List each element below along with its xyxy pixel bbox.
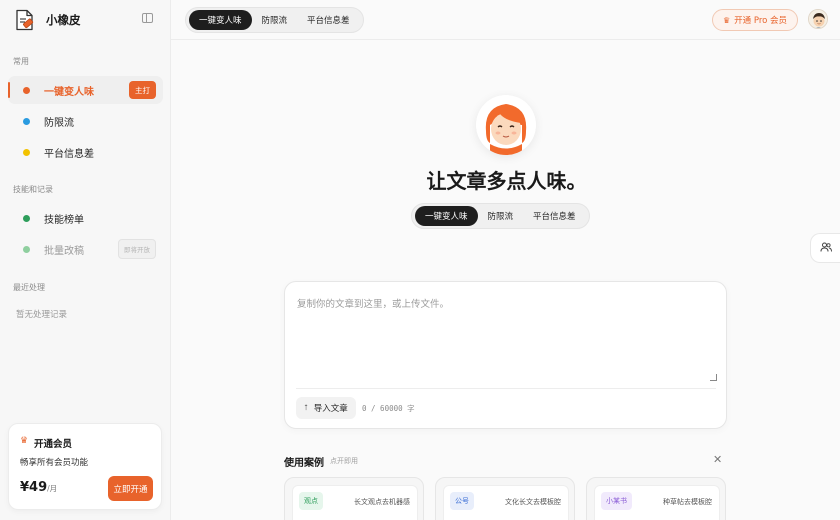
status-dot xyxy=(23,214,30,222)
section-label-common: 常用 xyxy=(13,57,29,66)
section-label-recent: 最近处理 xyxy=(13,283,45,292)
cases-hint: 点开即用 xyxy=(330,457,358,465)
status-dot xyxy=(23,86,30,94)
member-desc: 畅享所有会员功能 xyxy=(20,458,89,468)
tab-anti-throttle[interactable]: 防限流 xyxy=(252,10,298,30)
case-name: 文化长文去模板腔 xyxy=(505,498,561,506)
sidebar-item-label: 防限流 xyxy=(44,117,74,129)
coming-soon-badge: 即将开放 xyxy=(118,239,156,259)
community-button[interactable] xyxy=(810,233,840,263)
case-preview: 小某书 种草帖去模板腔 xyxy=(594,485,720,520)
sidebar-item-label: 一键变人味 xyxy=(44,86,94,98)
case-tag: 公号 xyxy=(450,492,474,510)
sidebar-item-anti-throttle[interactable]: 防限流 xyxy=(8,107,163,135)
tab-platform-gap[interactable]: 平台信息差 xyxy=(297,10,360,30)
mode-tab-anti-throttle[interactable]: 防限流 xyxy=(478,206,524,226)
mode-tabs: 一键变人味 防限流 平台信息差 xyxy=(411,203,590,229)
close-icon[interactable]: ✕ xyxy=(713,453,722,466)
member-card: ♛ 开通会员 畅享所有会员功能 ¥49/月 立即开通 xyxy=(8,423,162,510)
case-preview: 公号 文化长文去模板腔 xyxy=(443,485,569,520)
upgrade-pro-button[interactable]: ♛ 开通 Pro 会员 xyxy=(712,9,798,31)
main-badge: 主打 xyxy=(129,81,156,99)
sidebar-item-platform-gap[interactable]: 平台信息差 xyxy=(8,138,163,166)
users-icon xyxy=(820,242,832,255)
sidebar-item-label: 技能榜单 xyxy=(44,214,84,226)
status-dot xyxy=(23,117,30,125)
section-label-skills: 技能和记录 xyxy=(13,185,53,194)
tab-humanize[interactable]: 一键变人味 xyxy=(189,10,252,30)
top-tabs: 一键变人味 防限流 平台信息差 xyxy=(185,7,364,33)
subscribe-now-button[interactable]: 立即开通 xyxy=(108,476,153,501)
case-preview: 观点 长文观点去机器感 xyxy=(292,485,418,520)
upgrade-pro-label: 开通 Pro 会员 xyxy=(734,16,788,26)
case-card[interactable]: 公号 文化长文去模板腔 xyxy=(435,477,575,520)
app-name: 小橡皮 xyxy=(46,13,81,27)
case-tag: 观点 xyxy=(299,492,323,510)
status-dot xyxy=(23,245,30,253)
cases-title: 使用案例 xyxy=(284,458,324,469)
member-price: ¥49/月 xyxy=(20,480,58,495)
case-name: 种草帖去模板腔 xyxy=(663,498,712,506)
mode-tab-humanize[interactable]: 一键变人味 xyxy=(415,206,478,226)
sidebar-item-label: 平台信息差 xyxy=(44,148,94,160)
mode-tab-platform-gap[interactable]: 平台信息差 xyxy=(523,206,586,226)
member-title: 开通会员 xyxy=(34,439,73,450)
sidebar: 小橡皮 常用 一键变人味 主打 防限流 平台信息差 技能和记录 技能榜单 批量改… xyxy=(0,0,171,520)
case-card[interactable]: 小某书 种草帖去模板腔 xyxy=(586,477,726,520)
status-dot xyxy=(23,148,30,156)
recent-empty-text: 暂无处理记录 xyxy=(16,310,68,320)
brand[interactable]: 小橡皮 xyxy=(14,9,81,31)
crown-icon: ♛ xyxy=(20,436,29,446)
import-label: 导入文章 xyxy=(313,404,348,414)
sidebar-item-skill-ranking[interactable]: 技能榜单 xyxy=(8,204,163,232)
avatar[interactable] xyxy=(808,9,828,29)
article-input[interactable] xyxy=(297,296,717,382)
article-editor: ⭡ 导入文章 0 / 60000 字 xyxy=(284,281,727,429)
upload-icon: ⭡ xyxy=(304,403,308,412)
sidebar-item-label: 批量改稿 xyxy=(44,245,84,257)
case-tag: 小某书 xyxy=(601,492,632,510)
sidebar-item-humanize[interactable]: 一键变人味 主打 xyxy=(8,76,163,104)
sidebar-collapse-icon[interactable] xyxy=(142,13,153,23)
mascot-avatar xyxy=(476,95,536,155)
sidebar-item-batch-edit: 批量改稿 即将开放 xyxy=(8,235,163,263)
divider xyxy=(296,388,716,389)
import-article-button[interactable]: ⭡ 导入文章 xyxy=(296,397,356,419)
hero-headline: 让文章多点人味。 xyxy=(426,169,587,193)
char-count: 0 / 60000 字 xyxy=(362,404,415,413)
crown-icon: ♛ xyxy=(722,15,731,25)
resize-handle[interactable] xyxy=(710,374,717,381)
topbar: 一键变人味 防限流 平台信息差 ♛ 开通 Pro 会员 xyxy=(171,0,840,40)
case-card[interactable]: 观点 长文观点去机器感 xyxy=(284,477,424,520)
document-logo-icon xyxy=(14,9,35,31)
case-name: 长文观点去机器感 xyxy=(354,498,410,506)
